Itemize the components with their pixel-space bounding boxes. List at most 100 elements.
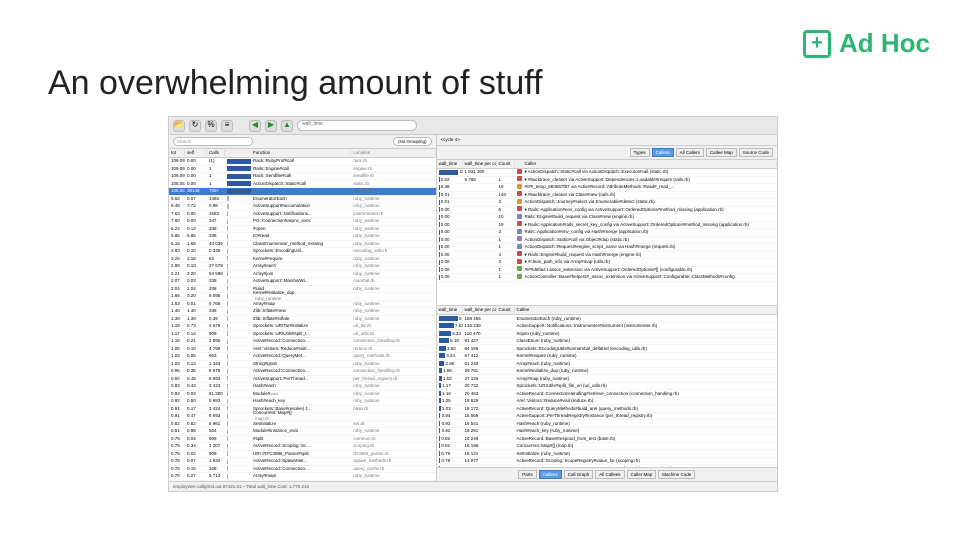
col-fn[interactable]: Function <box>251 150 351 156</box>
reload-icon[interactable]: ↻ <box>189 120 201 132</box>
table-row[interactable]: 0.780.02909URI::RFC3986_Parser#splitrfc3… <box>169 451 436 459</box>
table-row[interactable]: 6.240.13338#open ruby_runtime <box>169 226 436 234</box>
table-row[interactable]: 0.003Rails::Application#env_config via H… <box>437 229 777 237</box>
search-input[interactable]: Search <box>173 137 253 146</box>
col-caller[interactable]: Caller <box>523 161 777 167</box>
table-row[interactable]: 0.9416 569ActiveSupport::PerThreadRegist… <box>437 413 777 421</box>
col-per-call[interactable]: wall_time per call <box>463 161 497 167</box>
table-row[interactable]: 109.090.001Rails::Engine#callengine.rb <box>169 166 436 174</box>
table-row[interactable]: 108.550.001ActionDispatch::Static#callst… <box>169 181 436 189</box>
table-row[interactable]: 109.090.00(1)Rack::RubyProf#callrack.rb <box>169 158 436 166</box>
percent-icon[interactable]: % <box>205 120 217 132</box>
tree-icon[interactable]: ≡ <box>221 120 233 132</box>
bottom-tab-call-graph[interactable]: Call Graph <box>564 470 594 479</box>
table-row[interactable]: 2.890.1027 678Array#each ruby_runtime <box>169 263 436 271</box>
tab-source-code[interactable]: Source Code <box>739 148 773 157</box>
table-row[interactable]: 2.8951 240Array#each (ruby_runtime) <box>437 360 777 368</box>
table-row[interactable]: 0.3818#/##_temp_683667f57 via ActiveReco… <box>437 184 777 192</box>
table-row[interactable]: 108.541 831 300▾ ActionDispatch::Static#… <box>437 169 777 177</box>
bottom-tab-parts[interactable]: Parts <box>518 470 537 479</box>
col-per-call2[interactable]: wall_time per call <box>463 307 497 313</box>
table-row[interactable]: 5.161.6843 035ClassEnumerator_method_mis… <box>169 241 436 249</box>
grouping-select[interactable]: (No Grouping) <box>393 137 432 146</box>
table-row[interactable]: 0.810.88564Module#instance_evalruby_runt… <box>169 428 436 436</box>
table-row[interactable]: 0.790.341 307ActiveRecord::Scoping::Sc..… <box>169 443 436 451</box>
tab-callers[interactable]: Callers <box>652 148 674 157</box>
forward-icon[interactable]: ▶ <box>265 120 277 132</box>
table-row[interactable]: 1.1620 463ActiveRecord::ConnectionHandli… <box>437 390 777 398</box>
tab-types[interactable]: Types <box>630 148 650 157</box>
table-row[interactable]: 5.1891 427ClassEnum (ruby_runtime) <box>437 338 777 346</box>
bottom-tab-callees[interactable]: Callees <box>539 470 562 479</box>
table-row[interactable]: 1.0518 629Arel::Visitors::Reduce#visit (… <box>437 398 777 406</box>
tab-callee-map[interactable]: Callee Map <box>706 148 737 157</box>
table-row[interactable]: 1.030.131 343String#gsubruby_runtime <box>169 361 436 369</box>
col-callee[interactable]: Callee <box>515 307 777 313</box>
toolbar-search[interactable]: wall_time <box>297 120 417 131</box>
table-row[interactable]: 0.760.15328ActiveRecord::Connection...qu… <box>169 466 436 474</box>
table-row[interactable]: 1.050.104 799Arel::Visitors::Reduce#visi… <box>169 346 436 354</box>
table-row[interactable]: 1.190.733 676Sprockets::URITar#initializ… <box>169 323 436 331</box>
open-icon[interactable]: 📂 <box>173 120 185 132</box>
col-tot[interactable]: tot <box>169 150 185 156</box>
bottom-tab-all-callees[interactable]: All Callees <box>595 470 624 479</box>
table-row[interactable]: 6.24110 470#open (ruby_runtime) <box>437 330 777 338</box>
bottom-tab-machine-code[interactable]: Machine Code <box>658 470 695 479</box>
table-row[interactable]: 1.530.015 768Array#map ruby_runtime <box>169 301 436 309</box>
table-row[interactable]: 0.0019▾ Rails::Application#rails_secret_… <box>437 222 777 230</box>
table-row[interactable]: 1.5327 126Array#map (ruby_runtime) <box>437 375 777 383</box>
table-row[interactable]: 0.8116 195Concurrent::Map#[] (map.rb) <box>437 443 777 451</box>
table-row[interactable]: 3.243.1853Kernel#require ruby_runtime <box>169 256 436 264</box>
table-row[interactable]: 0.004▾ Rails::Engine#build_request via H… <box>437 252 777 260</box>
table-row[interactable]: 7.63133 239ActiveSupport::Notifications:… <box>437 323 777 331</box>
table-row[interactable]: 0.001ActionDispatch::Request#engine_scri… <box>437 244 777 252</box>
table-row[interactable]: 1.0318 172ActiveRecord::QueryMethods#bui… <box>437 405 777 413</box>
up-icon[interactable]: ▲ <box>281 120 293 132</box>
table-row[interactable]: 0.005▾ Rails::Application#env_config via… <box>437 207 777 215</box>
bottom-tab-caller-map[interactable]: Caller Map <box>627 470 657 479</box>
table-row[interactable]: 0.790.04909#splitcommon.rb <box>169 436 436 444</box>
table-row[interactable]: 0.910.478 693Concurrent::Map#[] map.rb <box>169 413 436 421</box>
tab-all-callers[interactable]: All Callers <box>676 148 704 157</box>
table-row[interactable]: 1.030.06663ActiveRecord::QueryMet...quer… <box>169 353 436 361</box>
table-row[interactable]: 0.940.499 693ActiveSupport::PerThread...… <box>169 376 436 384</box>
table-row[interactable]: 2.212.2054 598Array#joinruby_runtime <box>169 271 436 279</box>
back-icon[interactable]: ◀ <box>249 120 261 132</box>
table-row[interactable]: 3.6284 195Sprockets::EncodingUtils#unmar… <box>437 345 777 353</box>
col-count[interactable]: Count <box>497 161 515 167</box>
col-loc[interactable]: Location <box>351 150 435 156</box>
col-wall-time2[interactable]: wall_time <box>437 307 463 313</box>
table-row[interactable]: 0.001#/##defaul t assoc_extension via Ac… <box>437 267 777 275</box>
table-row[interactable]: 1.391.390.39Zlib::Inflate#inflateruby_ru… <box>169 316 436 324</box>
table-row[interactable]: 0.0010Rails::Engine#build_request via Cl… <box>437 214 777 222</box>
table-row[interactable]: 7.630.001683ActiveSupport::Notifications… <box>169 211 436 219</box>
table-row[interactable]: 0.920.505 693Hash#each_key ruby_runtime <box>169 398 436 406</box>
table-row[interactable]: 0.7916 121SetInitialize (ruby_runtime) <box>437 450 777 458</box>
table-row[interactable]: 3.2457 412Kernel#require (ruby_runtime) <box>437 353 777 361</box>
table-row[interactable]: 0.8216 249ActiveRecord::Base#respond_fro… <box>437 435 777 443</box>
table-row[interactable]: 0.001ActionController::Base#helpers#_ass… <box>437 274 777 282</box>
table-row[interactable]: 9.497.720.98ActiveSupport#accumulationru… <box>169 203 436 211</box>
table-row[interactable]: 9.62168 466EnumeratorEach (ruby_runtime) <box>437 315 777 323</box>
table-row[interactable]: 0.920.0361 300Module#===ruby_runtime <box>169 391 436 399</box>
table-row[interactable]: 0.001ActionDispatch::Static#call via Obj… <box>437 237 777 245</box>
col-wall-time[interactable]: wall_time <box>437 161 463 167</box>
table-row[interactable]: 1.170.14909Sprockets::URIUtils#split_t..… <box>169 331 436 339</box>
table-row[interactable]: 0.7913 977ActiveRecord::Scoping::ScopeRe… <box>437 458 777 466</box>
table-row[interactable]: 5.855.85338IO#readruby_runtime <box>169 233 436 241</box>
table-row[interactable]: 9.620.071493EnumeratorEach ruby_runtime <box>169 196 436 204</box>
table-row[interactable]: 0.950.358 978ActiveRecord::Connection...… <box>169 368 436 376</box>
table-row[interactable]: 0.780.071 634ActiveRecord::SpawnMet...sp… <box>169 458 436 466</box>
table-row[interactable]: 0.760.275 713Array#map! ruby_runtime <box>169 473 436 481</box>
table-row[interactable]: 1.160.212 895ActiveRecord::Connection...… <box>169 338 436 346</box>
table-row[interactable]: 0.003▾ #clean_path_info via Array#map (u… <box>437 259 777 267</box>
table-row[interactable]: 7.600.00347PG::Connection#async_execruby… <box>169 218 436 226</box>
table-row[interactable]: 1.1720 732Sprockets::URIUtils#split_file… <box>437 383 777 391</box>
table-row[interactable]: 1.401.40338Zlib::Inflate#newruby_runtime <box>169 308 436 316</box>
table-row[interactable]: 0.9216 291Hash#each_key (ruby_runtime) <box>437 428 777 436</box>
table-row[interactable]: 0.013ActionDispatch::Journey#select via … <box>437 199 777 207</box>
table-row[interactable]: 0.9316 541Hash#each (ruby_runtime) <box>437 420 777 428</box>
table-row[interactable]: 109.090.001Rack::Sendfile#callsendfile.r… <box>169 173 436 181</box>
table-row[interactable]: 2.070.03338ActiveSupport::MarshalWi...ma… <box>169 278 436 286</box>
table-row[interactable]: 0.01140▾ #backtrace_cleaner via Class#ne… <box>437 192 777 200</box>
